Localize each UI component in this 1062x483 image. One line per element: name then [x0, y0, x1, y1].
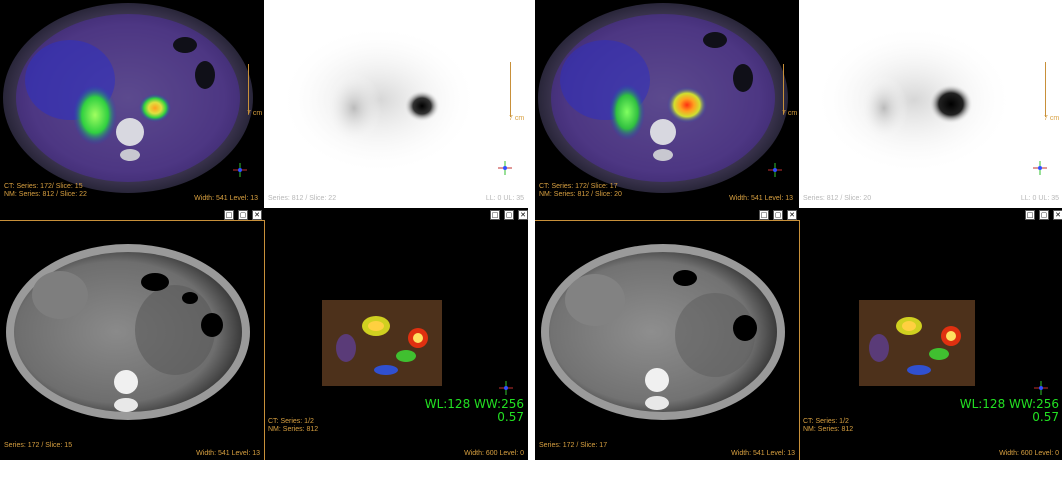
pet-series-label: Series: 812 / Slice: 22 [268, 195, 337, 202]
fusion-width-level: Width: 541 Level: 13 [194, 195, 258, 202]
ratio-label: 0.57 [1032, 410, 1059, 424]
fusion-scale-ruler [248, 64, 253, 114]
maximize-button[interactable]: ▢ [504, 210, 514, 220]
window-toolbar [535, 208, 1062, 220]
pet-scale-ruler [510, 62, 515, 117]
panel-bottom-margin [0, 460, 528, 483]
pet-level-label: LL: 0 UL: 35 [485, 195, 524, 202]
panel-bottom-margin [535, 460, 1062, 483]
pet-viewport[interactable]: Series: 812 / Slice: 22 LL: 0 UL: 35 7 c… [264, 0, 528, 208]
orientation-icon [232, 162, 248, 178]
minimize-button[interactable]: □ [1025, 210, 1035, 220]
maximize-button[interactable]: ▢ [773, 210, 783, 220]
viewer-panel-left: CT: Series: 172/ Slice: 15 NM: Series: 8… [0, 0, 528, 483]
ratio-label: 0.57 [497, 410, 524, 424]
maximize-button[interactable]: ▢ [1039, 210, 1049, 220]
mip-width-level: Width: 600 Level: 0 [464, 450, 524, 457]
pet-scale-ruler [1045, 62, 1050, 117]
fusion-image [535, 0, 797, 208]
mip-width-level: Width: 600 Level: 0 [999, 450, 1059, 457]
fusion-scale-ruler [783, 64, 788, 114]
orientation-icon [498, 380, 514, 396]
viewer-panel-right: CT: Series: 172/ Slice: 17 NM: Series: 8… [535, 0, 1062, 483]
window-toolbar [0, 208, 528, 220]
pet-image [264, 0, 528, 208]
ct-viewport[interactable]: Series: 172 / Slice: 15 Width: 541 Level… [0, 220, 265, 460]
mip-ct-label: CT: Series: 1/2 [803, 418, 849, 425]
minimize-button[interactable]: □ [224, 210, 234, 220]
mip-window-controls: □ ▢ ✕ [490, 210, 528, 220]
fusion-nm-label: NM: Series: 812 / Slice: 22 [4, 191, 87, 198]
mip-nm-label: NM: Series: 812 [268, 426, 319, 433]
orientation-icon [1033, 380, 1049, 396]
ct-border-top [0, 220, 264, 221]
ct-window-controls: □ ▢ ✕ [759, 210, 797, 220]
orientation-icon [1032, 160, 1048, 176]
mip-border-left [799, 220, 800, 460]
pet-image [799, 0, 1062, 208]
ct-series-label: Series: 172 / Slice: 15 [4, 442, 73, 449]
close-button[interactable]: ✕ [518, 210, 528, 220]
ct-window-controls: □ ▢ ✕ [224, 210, 262, 220]
close-button[interactable]: ✕ [787, 210, 797, 220]
mip-nm-label: NM: Series: 812 [803, 426, 854, 433]
mip-border-left [264, 220, 265, 460]
ct-image [535, 220, 799, 460]
close-button[interactable]: ✕ [252, 210, 262, 220]
maximize-button[interactable]: ▢ [238, 210, 248, 220]
mip-viewport[interactable]: CT: Series: 1/2 NM: Series: 812 WL:128 W… [801, 220, 1062, 460]
pet-series-label: Series: 812 / Slice: 20 [803, 195, 872, 202]
ct-viewport[interactable]: Series: 172 / Slice: 17 Width: 541 Level… [535, 220, 800, 460]
minimize-button[interactable]: □ [759, 210, 769, 220]
close-button[interactable]: ✕ [1053, 210, 1062, 220]
fusion-ct-label: CT: Series: 172/ Slice: 15 [4, 183, 83, 190]
fusion-viewport[interactable]: CT: Series: 172/ Slice: 17 NM: Series: 8… [535, 0, 797, 208]
pet-level-label: LL: 0 UL: 35 [1020, 195, 1059, 202]
ct-border-top [535, 220, 799, 221]
mip-window-controls: □ ▢ ✕ [1025, 210, 1062, 220]
pet-viewport[interactable]: Series: 812 / Slice: 20 LL: 0 UL: 35 7 c… [799, 0, 1062, 208]
ct-width-level: Width: 541 Level: 13 [196, 450, 260, 457]
orientation-icon [767, 162, 783, 178]
fusion-ct-label: CT: Series: 172/ Slice: 17 [539, 183, 618, 190]
fusion-nm-label: NM: Series: 812 / Slice: 20 [539, 191, 622, 198]
ct-series-label: Series: 172 / Slice: 17 [539, 442, 608, 449]
fusion-width-level: Width: 541 Level: 13 [729, 195, 793, 202]
minimize-button[interactable]: □ [490, 210, 500, 220]
ct-image [0, 220, 264, 460]
mip-viewport[interactable]: CT: Series: 1/2 NM: Series: 812 WL:128 W… [266, 220, 528, 460]
orientation-icon [497, 160, 513, 176]
fusion-image [0, 0, 262, 208]
mip-ct-label: CT: Series: 1/2 [268, 418, 314, 425]
fusion-viewport[interactable]: CT: Series: 172/ Slice: 15 NM: Series: 8… [0, 0, 262, 208]
ct-width-level: Width: 541 Level: 13 [731, 450, 795, 457]
